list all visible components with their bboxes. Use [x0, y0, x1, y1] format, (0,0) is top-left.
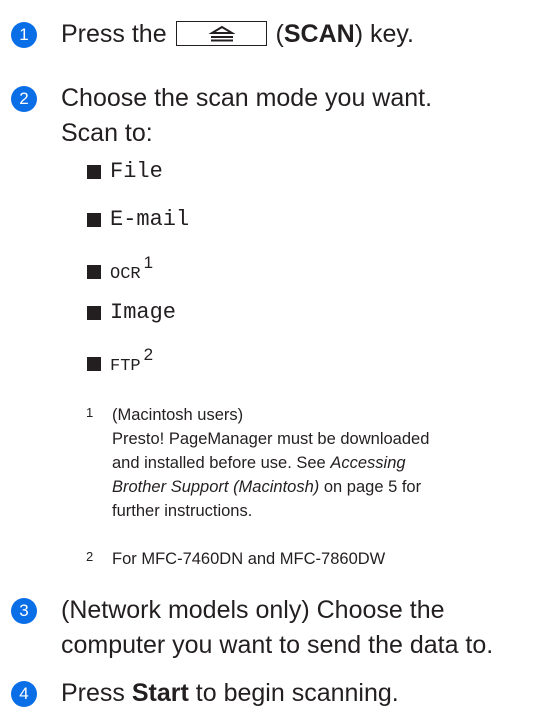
footnote-1: 1 (Macintosh users) Presto! PageManager …: [86, 403, 536, 533]
bullet-square-icon: [87, 213, 101, 227]
scan-option-text: FTP: [110, 357, 141, 376]
step-text-before: Press: [61, 679, 125, 707]
scan-option-text: OCR: [110, 265, 141, 284]
scan-option-label: Image: [110, 300, 177, 325]
scan-option-label: FTP2: [110, 345, 153, 382]
footnote-text: (Macintosh users) Presto! PageManager mu…: [112, 403, 429, 523]
step-number-badge: 3: [11, 598, 37, 624]
scan-key-label: SCAN: [283, 20, 355, 48]
step-text: Press the (SCAN) key.: [61, 17, 414, 52]
footnote-ref: 1: [143, 253, 154, 272]
footnote-line-text: on page 5 for: [323, 478, 422, 496]
key-paren-close: ) key.: [354, 20, 414, 48]
step-text-line: Scan to:: [61, 119, 153, 147]
footnote-link-text: Brother Support (Macintosh): [112, 478, 320, 496]
footnote-2: 2 For MFC-7460DN and MFC-7860DW: [86, 547, 536, 573]
bullet-square-icon: [87, 306, 101, 320]
step-4: 4 Press Start to begin scanning.: [11, 679, 531, 717]
footnote-number: 2: [86, 549, 94, 564]
footnote-number: 1: [86, 405, 94, 420]
bullet-square-icon: [87, 165, 101, 179]
step-number-badge: 4: [11, 681, 37, 707]
step-1: 1 Press the (SCAN) key.: [11, 20, 531, 58]
footnote-line: Presto! PageManager must be downloaded: [112, 430, 430, 448]
scan-option-label: E-mail: [110, 207, 190, 232]
step-text: (Network models only) Choose the compute…: [61, 593, 493, 663]
footnote-line: (Macintosh users): [112, 406, 244, 424]
footnote-text: For MFC-7460DN and MFC-7860DW: [112, 550, 386, 568]
start-key-label: Start: [131, 679, 189, 707]
footnote-line-text: and installed before use. See: [112, 454, 326, 472]
step-text: Press Start to begin scanning.: [61, 676, 399, 711]
footnote-ref: 2: [143, 345, 154, 364]
step-text-after: to begin scanning.: [195, 679, 399, 707]
footnote-line: and installed before use. See Accessing: [112, 451, 429, 475]
step-2: 2 Choose the scan mode you want. Scan to…: [11, 84, 531, 156]
step-3: 3 (Network models only) Choose the compu…: [11, 596, 531, 668]
step-text-line: (Network models only) Choose the: [61, 596, 445, 624]
footnote-line: further instructions.: [112, 502, 253, 520]
step-number-badge: 2: [11, 86, 37, 112]
step-text-before: Press the: [61, 20, 167, 48]
step-number-badge: 1: [11, 22, 37, 48]
bullet-square-icon: [87, 265, 101, 279]
scan-key: [175, 20, 267, 46]
footnote-link-text: Accessing: [330, 454, 406, 472]
step-text-line: computer you want to send the data to.: [61, 631, 494, 659]
scan-tray-icon: [207, 25, 236, 42]
scan-option-label: OCR1: [110, 253, 153, 290]
key-paren-open: (: [275, 20, 284, 48]
footnote-line: Brother Support (Macintosh) on page 5 fo…: [112, 475, 429, 499]
bullet-square-icon: [87, 357, 101, 371]
step-text-line: Choose the scan mode you want.: [61, 84, 433, 112]
step-text: Choose the scan mode you want. Scan to:: [61, 81, 432, 151]
scan-option-label: File: [110, 159, 163, 184]
